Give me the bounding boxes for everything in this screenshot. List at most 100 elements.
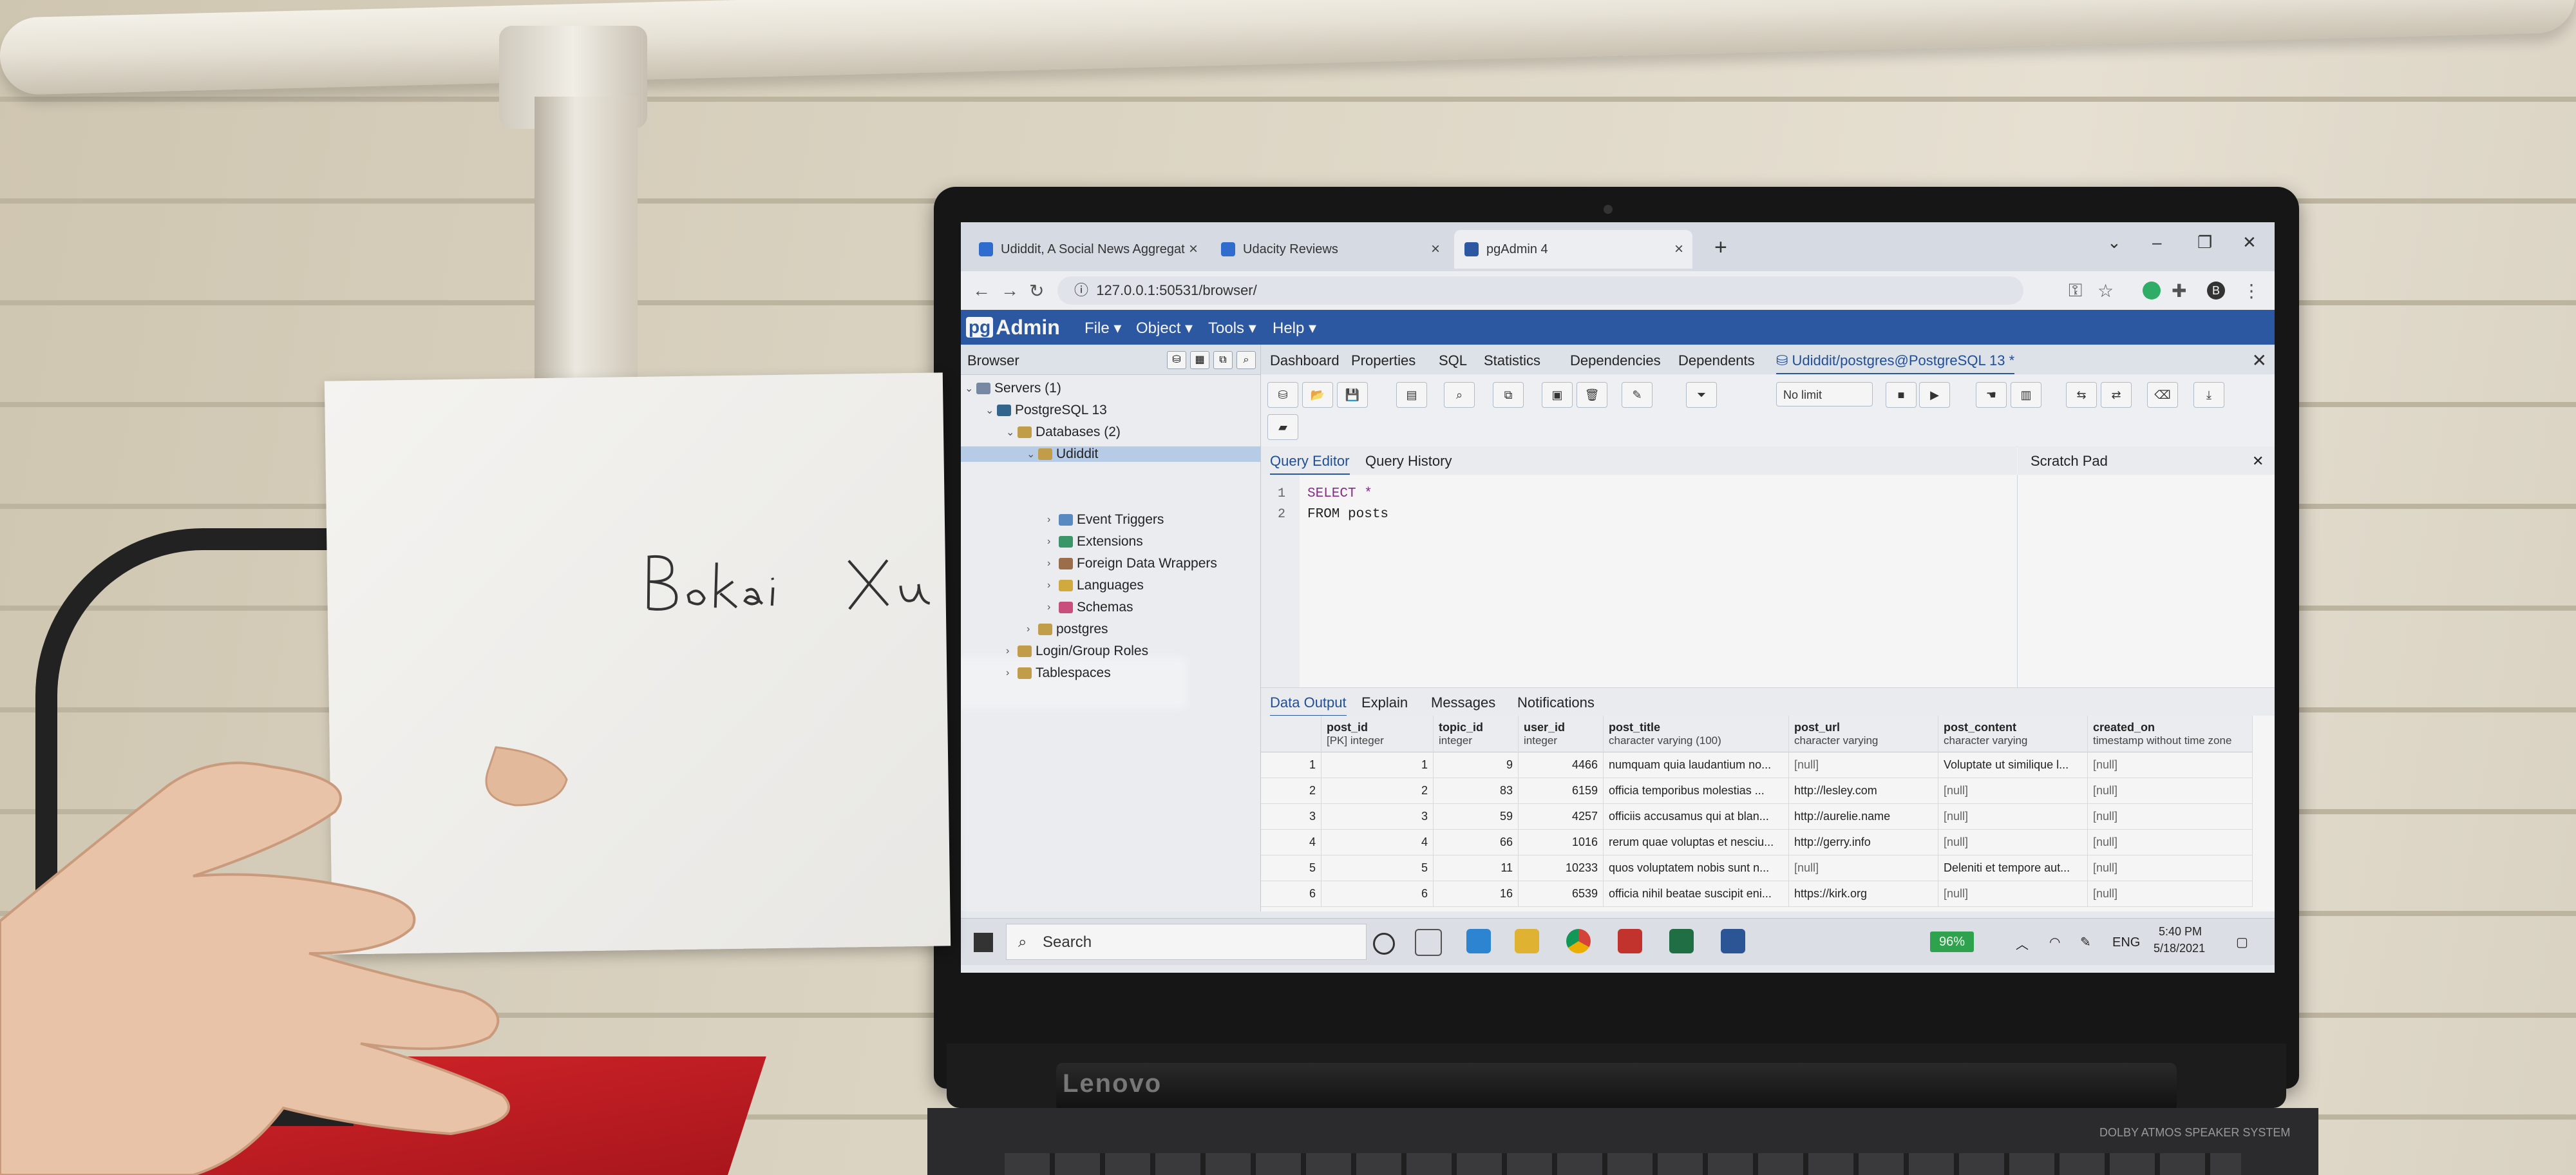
open-file-icon[interactable]: 📂 bbox=[1302, 382, 1333, 408]
table-cell[interactable]: http://lesley.com bbox=[1789, 778, 1938, 803]
column-header[interactable]: post_url character varying bbox=[1789, 716, 1938, 752]
tree-databases[interactable]: ⌄ Databases (2) bbox=[1006, 425, 1121, 440]
notifications-icon[interactable]: ▢ bbox=[2236, 934, 2248, 950]
tree-schemas[interactable]: › Schemas bbox=[1047, 600, 1133, 615]
tab-query-history[interactable]: Query History bbox=[1365, 453, 1452, 470]
limit-select[interactable]: No limit bbox=[1776, 382, 1873, 406]
table-cell[interactable]: [null] bbox=[2088, 829, 2253, 855]
table-cell[interactable]: 6 bbox=[1321, 881, 1434, 906]
table-cell[interactable]: [null] bbox=[2088, 752, 2253, 778]
table-cell[interactable]: [null] bbox=[1938, 829, 2088, 855]
close-tab-icon[interactable]: × bbox=[1431, 240, 1440, 258]
view-data-icon[interactable]: ▦ bbox=[1190, 351, 1209, 369]
forward-icon[interactable]: → bbox=[1001, 280, 1019, 301]
table-cell[interactable]: 6539 bbox=[1519, 881, 1604, 906]
table-row[interactable]: 5 5 11 10233 quos voluptatem nobis sunt n...… bbox=[1261, 855, 2253, 881]
save-icon[interactable]: 💾 bbox=[1337, 382, 1368, 408]
tab-sql[interactable]: SQL bbox=[1439, 352, 1467, 369]
tree-udiddit[interactable]: ⌄ Udiddit bbox=[961, 446, 1260, 462]
table-cell[interactable]: numquam quia laudantium no... bbox=[1604, 752, 1789, 778]
tree-postgres-db[interactable]: › postgres bbox=[1027, 622, 1108, 637]
table-cell[interactable]: 4257 bbox=[1519, 803, 1604, 829]
close-window-icon[interactable]: ✕ bbox=[2242, 233, 2257, 253]
extension-grammarly-icon[interactable] bbox=[2143, 282, 2161, 300]
windows-start-icon[interactable] bbox=[974, 933, 993, 952]
taskbar-search[interactable]: ⌕ Search bbox=[1006, 924, 1367, 960]
column-header[interactable]: user_id integer bbox=[1519, 716, 1604, 752]
tab-query-tool[interactable]: ⛁ Udiddit/postgres@PostgreSQL 13 * bbox=[1776, 352, 2015, 375]
paste-icon[interactable]: ▣ bbox=[1542, 382, 1573, 408]
close-tab-icon[interactable]: × bbox=[1189, 240, 1198, 258]
scratch-pad-area[interactable] bbox=[2018, 475, 2275, 687]
tab-dependents[interactable]: Dependents bbox=[1678, 352, 1755, 369]
table-cell[interactable]: [null] bbox=[2088, 855, 2253, 881]
tab-notifications[interactable]: Notifications bbox=[1517, 694, 1595, 711]
download-icon[interactable]: ⤓ bbox=[2193, 382, 2224, 408]
table-cell[interactable]: [null] bbox=[1938, 803, 2088, 829]
chrome-menu-icon[interactable]: ⋮ bbox=[2242, 280, 2260, 301]
table-cell[interactable]: 1016 bbox=[1519, 829, 1604, 855]
task-view-icon[interactable] bbox=[1415, 929, 1442, 956]
search-objects-icon[interactable]: ⌕ bbox=[1236, 351, 1256, 369]
tab-messages[interactable]: Messages bbox=[1431, 694, 1495, 711]
url-input[interactable]: ⓘ 127.0.0.1:50531/browser/ bbox=[1057, 276, 2023, 305]
execute-icon[interactable]: ▶ bbox=[1919, 382, 1950, 408]
table-cell[interactable]: officia temporibus molestias ... bbox=[1604, 778, 1789, 803]
table-row[interactable]: 3 3 59 4257 officiis accusamus qui at blan..… bbox=[1261, 803, 2253, 830]
table-cell[interactable]: officiis accusamus qui at blan... bbox=[1604, 803, 1789, 829]
table-row[interactable]: 6 6 16 6539 officia nihil beatae suscipit en… bbox=[1261, 881, 2253, 907]
column-header[interactable]: topic_id integer bbox=[1434, 716, 1519, 752]
table-row[interactable]: 1 1 9 4466 numquam quia laudantium no... [nul… bbox=[1261, 752, 2253, 778]
tab-dashboard[interactable]: Dashboard bbox=[1270, 352, 1340, 369]
tree-foreign-data-wrappers[interactable]: › Foreign Data Wrappers bbox=[1047, 556, 1217, 571]
excel-icon[interactable] bbox=[1669, 929, 1694, 953]
wifi-icon[interactable]: ◠ bbox=[2049, 934, 2060, 950]
close-panel-icon[interactable]: ✕ bbox=[2252, 350, 2267, 371]
table-cell[interactable]: [null] bbox=[2088, 778, 2253, 803]
battery-indicator[interactable]: 96% bbox=[1930, 931, 1974, 952]
menu-file[interactable]: File ▾ bbox=[1084, 319, 1121, 338]
edit-mode-icon[interactable]: ▤ bbox=[1396, 382, 1427, 408]
table-cell[interactable]: 3 bbox=[1321, 803, 1434, 829]
cortana-icon[interactable] bbox=[1373, 933, 1395, 955]
column-header[interactable]: post_title character varying (100) bbox=[1604, 716, 1789, 752]
table-cell[interactable]: quos voluptatem nobis sunt n... bbox=[1604, 855, 1789, 881]
query-tool-icon[interactable]: ⛁ bbox=[1167, 351, 1186, 369]
table-cell[interactable]: officia nihil beatae suscipit eni... bbox=[1604, 881, 1789, 906]
table-cell[interactable]: [null] bbox=[1938, 778, 2088, 803]
browser-tab-pgadmin[interactable]: pgAdmin 4 × bbox=[1454, 230, 1692, 269]
table-cell[interactable]: rerum quae voluptas et nesciu... bbox=[1604, 829, 1789, 855]
column-header[interactable]: post_content character varying bbox=[1938, 716, 2088, 752]
macros-icon[interactable]: ▰ bbox=[1267, 414, 1298, 440]
table-cell[interactable]: https://kirk.org bbox=[1789, 881, 1938, 906]
file-explorer-icon[interactable] bbox=[1515, 929, 1539, 953]
reload-icon[interactable]: ↻ bbox=[1029, 280, 1044, 301]
table-cell[interactable]: 83 bbox=[1434, 778, 1519, 803]
table-cell[interactable]: 4466 bbox=[1519, 752, 1604, 778]
rollback-icon[interactable]: ⇄ bbox=[2101, 382, 2132, 408]
tab-data-output[interactable]: Data Output bbox=[1270, 694, 1347, 717]
table-row[interactable]: 4 4 66 1016 rerum quae voluptas et nesciu...… bbox=[1261, 829, 2253, 855]
browser-tab-udacity-reviews[interactable]: Udacity Reviews × bbox=[1211, 230, 1449, 269]
table-cell[interactable]: 5 bbox=[1321, 855, 1434, 881]
table-row[interactable]: 2 2 83 6159 officia temporibus molestias ...… bbox=[1261, 778, 2253, 804]
sql-editor[interactable]: 1 SELECT * 2 FROM posts bbox=[1261, 475, 2018, 687]
table-cell[interactable]: http://gerry.info bbox=[1789, 829, 1938, 855]
explain-analyze-icon[interactable]: ▥ bbox=[2011, 382, 2041, 408]
table-cell[interactable]: 1 bbox=[1321, 752, 1434, 778]
table-cell[interactable]: http://aurelie.name bbox=[1789, 803, 1938, 829]
tab-explain[interactable]: Explain bbox=[1361, 694, 1408, 711]
table-cell[interactable]: 16 bbox=[1434, 881, 1519, 906]
tree-postgresql-13[interactable]: ⌄ PostgreSQL 13 bbox=[985, 403, 1107, 418]
bookmark-star-icon[interactable]: ☆ bbox=[2098, 280, 2114, 301]
table-cell[interactable]: 9 bbox=[1434, 752, 1519, 778]
delete-icon[interactable]: 🗑 bbox=[1577, 382, 1607, 408]
close-tab-icon[interactable]: × bbox=[1674, 240, 1683, 258]
clear-icon[interactable]: ⌫ bbox=[2147, 382, 2178, 408]
tree-tablespaces[interactable]: › Tablespaces bbox=[1006, 665, 1111, 681]
powerpoint-icon[interactable] bbox=[1618, 929, 1642, 953]
explain-icon[interactable]: ☚ bbox=[1976, 382, 2007, 408]
edit-icon[interactable]: ✎ bbox=[1622, 382, 1653, 408]
filter-rows-icon[interactable]: ⧉ bbox=[1213, 351, 1233, 369]
tree-languages[interactable]: › Languages bbox=[1047, 578, 1144, 593]
